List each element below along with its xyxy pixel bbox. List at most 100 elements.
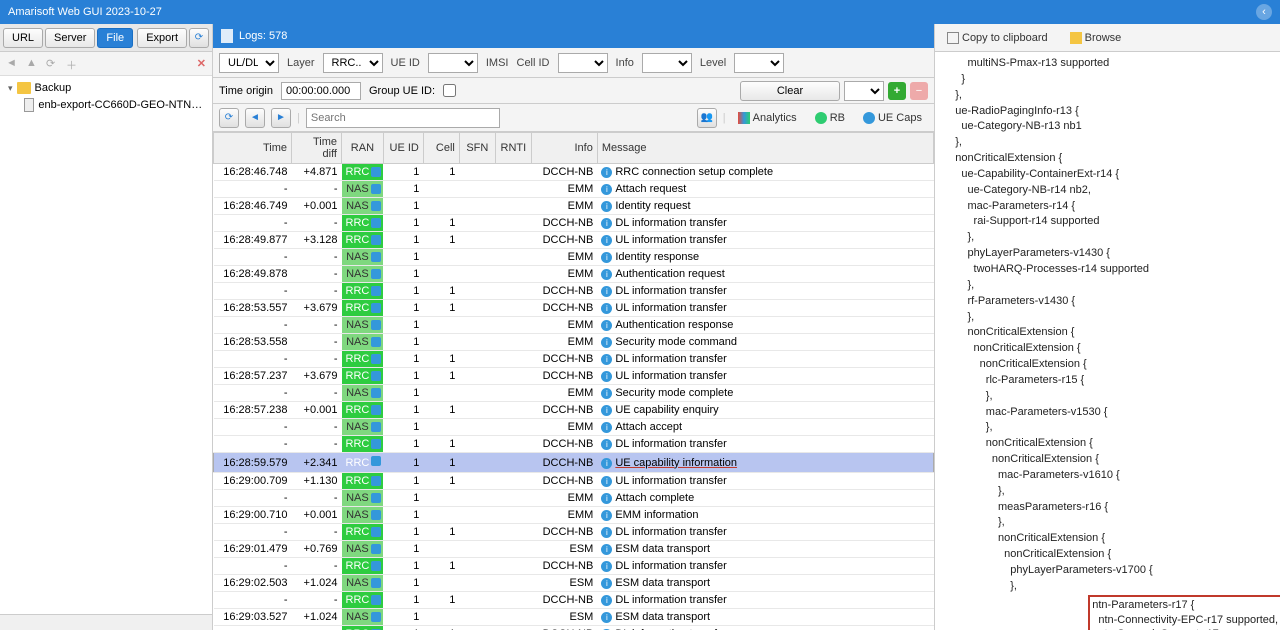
log-row[interactable]: 16:28:46.748+4.871RRC11DCCH-NBiRRC conne… — [214, 164, 934, 181]
log-row[interactable]: --RRC11DCCH-NBiDL information transfer — [214, 215, 934, 232]
log-row[interactable]: 16:28:53.557+3.679RRC11DCCH-NBiUL inform… — [214, 300, 934, 317]
direction-icon — [371, 371, 381, 381]
col-header[interactable]: RAN — [342, 133, 384, 164]
clear-mode-select[interactable] — [844, 81, 884, 101]
info-icon: i — [601, 544, 612, 555]
col-header[interactable]: Time — [214, 133, 292, 164]
layer-select[interactable]: RRC... — [323, 53, 383, 73]
back-icon[interactable]: ◄ — [6, 57, 20, 71]
log-row[interactable]: 16:28:59.579+2.341RRC11DCCH-NBiUE capabi… — [214, 453, 934, 473]
cellid-label: Cell ID — [517, 57, 550, 69]
info-select[interactable] — [642, 53, 692, 73]
col-header[interactable]: Time diff — [292, 133, 342, 164]
ueid-select[interactable] — [428, 53, 478, 73]
logs-title: Logs: 578 — [239, 30, 287, 42]
direction-icon — [371, 456, 381, 466]
nav-refresh-icon[interactable]: ⟳ — [219, 108, 239, 128]
log-grid[interactable]: TimeTime diffRANUE IDCellSFNRNTIInfoMess… — [213, 132, 934, 630]
direction-icon — [371, 388, 381, 398]
time-origin-input[interactable] — [281, 82, 361, 100]
info-icon: i — [601, 286, 612, 297]
clear-button[interactable]: Clear — [740, 81, 840, 101]
copy-button[interactable]: Copy to clipboard — [941, 30, 1054, 46]
refresh-icon[interactable]: ⟳ — [189, 28, 209, 48]
col-header[interactable]: UE ID — [383, 133, 423, 164]
log-row[interactable]: --NAS1EMMiAttach complete — [214, 490, 934, 507]
close-icon[interactable]: ✕ — [197, 57, 206, 70]
remove-icon[interactable]: − — [910, 82, 928, 100]
export-button[interactable]: Export — [137, 28, 187, 48]
cellid-select[interactable] — [558, 53, 608, 73]
add-icon[interactable]: + — [888, 82, 906, 100]
log-row[interactable]: --RRC11DCCH-NBiDL information transfer — [214, 626, 934, 630]
info-icon: i — [601, 201, 612, 212]
code-view[interactable]: multiNS-Pmax-r13 supported } }, ue-Radio… — [935, 52, 1280, 630]
search-input[interactable] — [306, 108, 500, 128]
col-header[interactable]: Info — [531, 133, 597, 164]
direction-icon — [371, 320, 381, 330]
log-row[interactable]: --NAS1EMMiAttach accept — [214, 419, 934, 436]
info-icon: i — [601, 561, 612, 572]
log-row[interactable]: 16:29:02.503+1.024NAS1ESMiESM data trans… — [214, 575, 934, 592]
info-icon: i — [601, 510, 612, 521]
log-row[interactable]: --NAS1EMMiSecurity mode complete — [214, 385, 934, 402]
add-icon[interactable]: ＋ — [66, 57, 80, 71]
server-tab[interactable]: Server — [45, 28, 95, 48]
log-row[interactable]: 16:29:01.479+0.769NAS1ESMiESM data trans… — [214, 541, 934, 558]
log-row[interactable]: --RRC11DCCH-NBiDL information transfer — [214, 524, 934, 541]
direction-icon — [371, 422, 381, 432]
uecaps-icon — [863, 112, 875, 124]
col-header[interactable]: SFN — [459, 133, 495, 164]
group-ueid-checkbox[interactable] — [443, 84, 456, 97]
direction-icon — [371, 235, 381, 245]
log-row[interactable]: 16:28:57.237+3.679RRC11DCCH-NBiUL inform… — [214, 368, 934, 385]
log-row[interactable]: --NAS1EMMiAttach request — [214, 181, 934, 198]
log-row[interactable]: --RRC11DCCH-NBiDL information transfer — [214, 558, 934, 575]
chart-icon — [738, 112, 750, 124]
log-row[interactable]: --RRC11DCCH-NBiDL information transfer — [214, 592, 934, 609]
log-row[interactable]: 16:28:53.558-NAS1EMMiSecurity mode comma… — [214, 334, 934, 351]
log-row[interactable]: --NAS1EMMiAuthentication response — [214, 317, 934, 334]
folder-icon — [17, 82, 31, 94]
log-row[interactable]: 16:29:03.527+1.024NAS1ESMiESM data trans… — [214, 609, 934, 626]
left-panel: URL Server File Export ⟳ ◄ ▲ ⟳ ＋ ✕ ▾ Bac… — [0, 24, 213, 630]
uldl-select[interactable]: UL/DL — [219, 53, 279, 73]
rb-button[interactable]: RB — [809, 110, 851, 126]
log-row[interactable]: --NAS1EMMiIdentity response — [214, 249, 934, 266]
up-icon[interactable]: ▲ — [26, 57, 40, 71]
log-row[interactable]: 16:29:00.710+0.001NAS1EMMiEMM informatio… — [214, 507, 934, 524]
people-icon[interactable]: 👥 — [697, 108, 717, 128]
log-row[interactable]: --RRC11DCCH-NBiDL information transfer — [214, 351, 934, 368]
col-header[interactable]: Message — [597, 133, 933, 164]
browse-button[interactable]: Browse — [1064, 30, 1128, 46]
center-panel: Logs: 578 UL/DL Layer RRC... UE ID IMSI … — [213, 24, 935, 630]
reload-icon[interactable]: ⟳ — [46, 57, 60, 71]
direction-icon — [371, 476, 381, 486]
nav-prev-icon[interactable]: ◄ — [245, 108, 265, 128]
level-select[interactable] — [734, 53, 784, 73]
h-scrollbar[interactable] — [0, 614, 212, 630]
uecaps-button[interactable]: UE Caps — [857, 110, 928, 126]
url-tab[interactable]: URL — [3, 28, 43, 48]
info-icon: i — [601, 578, 612, 589]
col-header[interactable]: Cell — [423, 133, 459, 164]
ueid-label: UE ID — [391, 57, 420, 69]
log-row[interactable]: 16:28:57.238+0.001RRC11DCCH-NBiUE capabi… — [214, 402, 934, 419]
file-tab[interactable]: File — [97, 28, 133, 48]
log-row[interactable]: 16:28:46.749+0.001NAS1EMMiIdentity reque… — [214, 198, 934, 215]
analytics-button[interactable]: Analytics — [732, 110, 803, 126]
log-row[interactable]: --RRC11DCCH-NBiDL information transfer — [214, 283, 934, 300]
direction-icon — [371, 527, 381, 537]
log-row[interactable]: --RRC11DCCH-NBiDL information transfer — [214, 436, 934, 453]
collapse-icon[interactable]: ‹ — [1256, 4, 1272, 20]
log-row[interactable]: 16:28:49.877+3.128RRC11DCCH-NBiUL inform… — [214, 232, 934, 249]
tree-folder[interactable]: ▾ Backup — [4, 80, 208, 96]
origin-bar: Time origin Group UE ID: Clear + − — [213, 78, 934, 104]
tree-file[interactable]: enb-export-CC660D-GEO-NTN-2.log.zip — [4, 96, 208, 114]
nav-next-icon[interactable]: ► — [271, 108, 291, 128]
log-row[interactable]: 16:29:00.709+1.130RRC11DCCH-NBiUL inform… — [214, 473, 934, 490]
app-title: Amarisoft Web GUI 2023-10-27 — [8, 6, 162, 18]
app-header: Amarisoft Web GUI 2023-10-27 ‹ — [0, 0, 1280, 24]
col-header[interactable]: RNTI — [495, 133, 531, 164]
log-row[interactable]: 16:28:49.878-NAS1EMMiAuthentication requ… — [214, 266, 934, 283]
